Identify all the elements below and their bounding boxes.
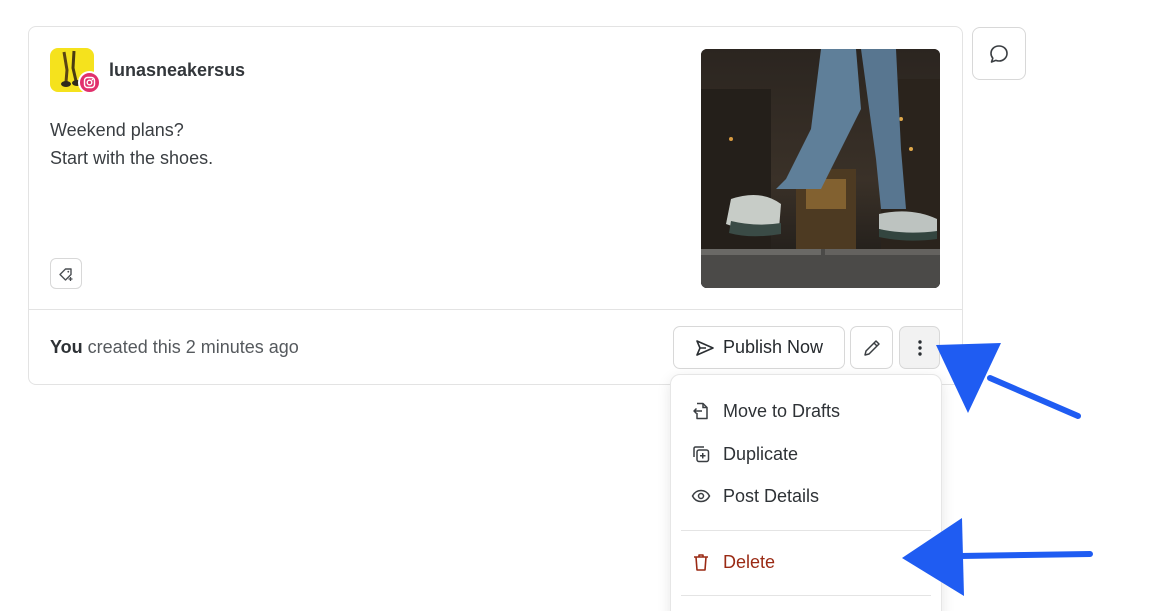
card-divider bbox=[29, 309, 962, 310]
send-icon bbox=[696, 339, 714, 356]
menu-item-label: Post Details bbox=[723, 485, 820, 506]
more-options-button[interactable] bbox=[899, 326, 940, 369]
tag-add-icon bbox=[59, 267, 73, 281]
more-options-menu: Move to Drafts Duplicate Post Details De… bbox=[670, 374, 942, 611]
add-tag-button[interactable] bbox=[50, 258, 82, 289]
caption-line: Start with the shoes. bbox=[50, 148, 214, 168]
eye-icon bbox=[691, 489, 711, 503]
post-image[interactable] bbox=[701, 49, 940, 288]
menu-item-duplicate[interactable]: Duplicate bbox=[671, 434, 941, 474]
publish-now-button[interactable]: Publish Now bbox=[673, 326, 845, 369]
edit-button[interactable] bbox=[850, 326, 893, 369]
duplicate-icon bbox=[693, 446, 710, 463]
created-info: You created this 2 minutes ago bbox=[50, 337, 299, 358]
menu-divider bbox=[681, 595, 931, 596]
more-vertical-icon bbox=[917, 339, 922, 356]
trash-icon bbox=[694, 554, 708, 571]
account-name: lunasneakersus bbox=[109, 60, 246, 80]
pencil-icon bbox=[863, 339, 880, 356]
post-caption: Weekend plans? Start with the shoes. bbox=[50, 116, 213, 172]
caption-line: Weekend plans? bbox=[50, 120, 184, 140]
delete-label: Delete bbox=[723, 551, 776, 572]
publish-now-label: Publish Now bbox=[722, 337, 824, 357]
menu-item-label: Duplicate bbox=[723, 443, 799, 464]
menu-item-label: Move to Drafts bbox=[723, 400, 841, 421]
created-time: created this 2 minutes ago bbox=[82, 337, 299, 357]
author-name: You bbox=[50, 337, 83, 357]
menu-item-post-details[interactable]: Post Details bbox=[671, 476, 941, 516]
move-to-drafts-icon bbox=[693, 402, 708, 420]
post-card: lunasneakersus Weekend plans? Start with… bbox=[28, 26, 963, 385]
menu-divider bbox=[681, 530, 931, 531]
menu-item-delete[interactable]: Delete bbox=[671, 542, 941, 582]
post-body: lunasneakersus Weekend plans? Start with… bbox=[29, 27, 962, 310]
comment-icon bbox=[990, 44, 1008, 63]
instagram-icon bbox=[78, 71, 101, 94]
menu-item-move-to-drafts[interactable]: Move to Drafts bbox=[671, 391, 941, 431]
comment-button[interactable] bbox=[972, 27, 1026, 80]
